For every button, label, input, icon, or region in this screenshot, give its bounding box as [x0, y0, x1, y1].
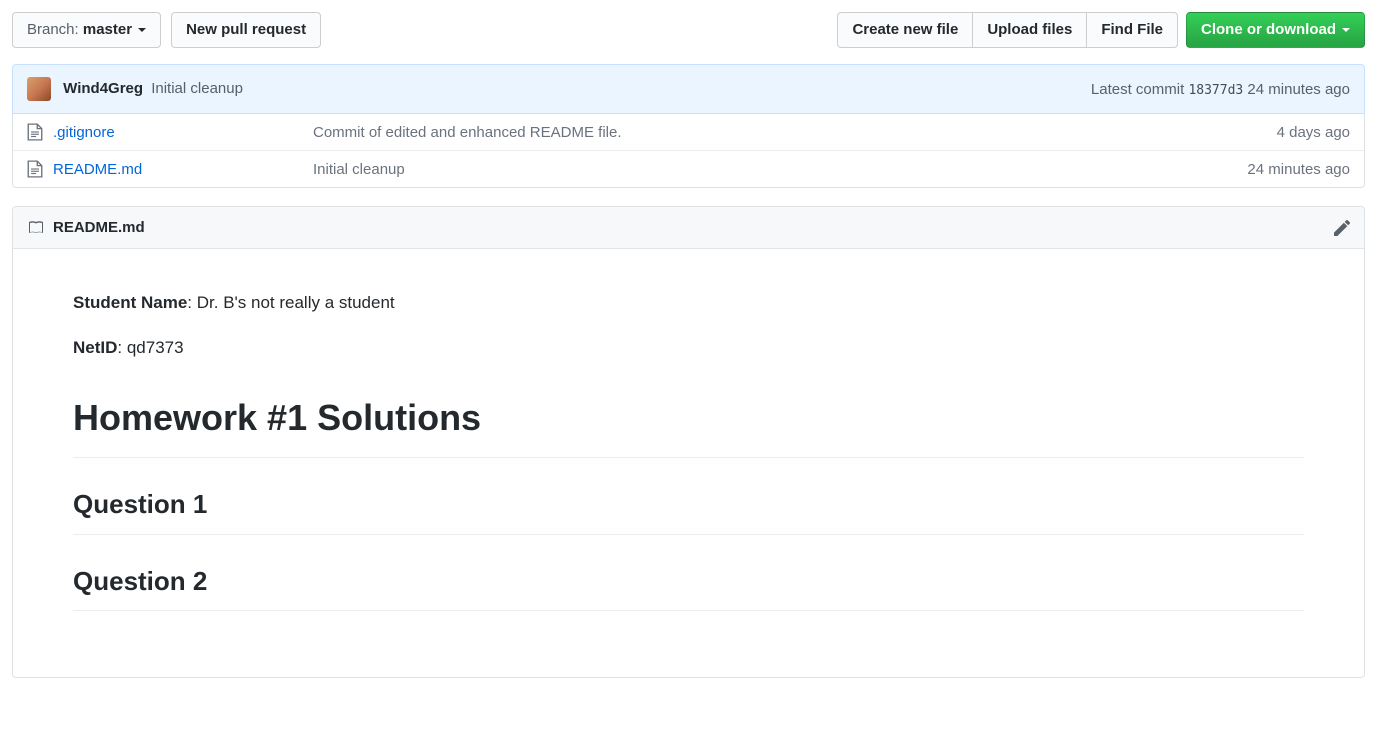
file-name-link[interactable]: README.md	[53, 161, 313, 178]
branch-name: master	[83, 20, 132, 40]
file-name-link[interactable]: .gitignore	[53, 124, 313, 141]
file-icon	[27, 123, 43, 141]
commit-info-right: Latest commit 18377d3 24 minutes ago	[1091, 81, 1350, 98]
readme-content: Student Name: Dr. B's not really a stude…	[13, 249, 1364, 677]
file-list: .gitignore Commit of edited and enhanced…	[12, 114, 1365, 188]
branch-label: Branch:	[27, 20, 79, 40]
book-icon	[27, 220, 45, 236]
branch-select-button[interactable]: Branch: master	[12, 12, 161, 48]
heading-2: Question 1	[73, 484, 1304, 535]
file-icon	[27, 160, 43, 178]
clone-download-button[interactable]: Clone or download	[1186, 12, 1365, 48]
avatar[interactable]	[27, 77, 51, 101]
commit-author[interactable]: Wind4Greg	[63, 80, 143, 97]
netid-label: NetID	[73, 338, 117, 357]
student-label: Student Name	[73, 293, 187, 312]
latest-commit-label: Latest commit	[1091, 81, 1184, 98]
repo-toolbar: Branch: master New pull request Create n…	[12, 12, 1365, 48]
create-new-file-button[interactable]: Create new file	[837, 12, 973, 48]
file-commit-message[interactable]: Initial cleanup	[313, 161, 1247, 178]
chevron-down-icon	[138, 28, 146, 32]
latest-commit-bar: Wind4Greg Initial cleanup Latest commit …	[12, 64, 1365, 114]
file-age: 24 minutes ago	[1247, 161, 1350, 178]
upload-files-button[interactable]: Upload files	[972, 12, 1087, 48]
file-age: 4 days ago	[1277, 124, 1350, 141]
toolbar-left: Branch: master New pull request	[12, 12, 321, 48]
commit-info-left: Wind4Greg Initial cleanup	[27, 77, 243, 101]
heading-1: Homework #1 Solutions	[73, 389, 1304, 458]
commit-sha[interactable]: 18377d3	[1188, 83, 1243, 98]
pencil-icon[interactable]	[1334, 220, 1350, 236]
readme-header: README.md	[13, 207, 1364, 249]
netid-line: NetID: qd7373	[73, 334, 1304, 361]
student-line: Student Name: Dr. B's not really a stude…	[73, 289, 1304, 316]
file-row: .gitignore Commit of edited and enhanced…	[13, 114, 1364, 150]
find-file-button[interactable]: Find File	[1086, 12, 1178, 48]
chevron-down-icon	[1342, 28, 1350, 32]
netid-value: : qd7373	[117, 338, 183, 357]
new-pull-request-button[interactable]: New pull request	[171, 12, 321, 48]
file-actions-group: Create new file Upload files Find File	[837, 12, 1178, 48]
readme-box: README.md Student Name: Dr. B's not real…	[12, 206, 1365, 678]
readme-filename: README.md	[53, 219, 145, 236]
commit-age: 24 minutes ago	[1247, 81, 1350, 98]
student-value: : Dr. B's not really a student	[187, 293, 394, 312]
commit-message[interactable]: Initial cleanup	[151, 80, 243, 97]
file-commit-message[interactable]: Commit of edited and enhanced README fil…	[313, 124, 1277, 141]
heading-2: Question 2	[73, 561, 1304, 612]
clone-label: Clone or download	[1201, 20, 1336, 40]
readme-header-left: README.md	[27, 219, 145, 236]
file-row: README.md Initial cleanup 24 minutes ago	[13, 150, 1364, 187]
toolbar-right: Create new file Upload files Find File C…	[837, 12, 1365, 48]
